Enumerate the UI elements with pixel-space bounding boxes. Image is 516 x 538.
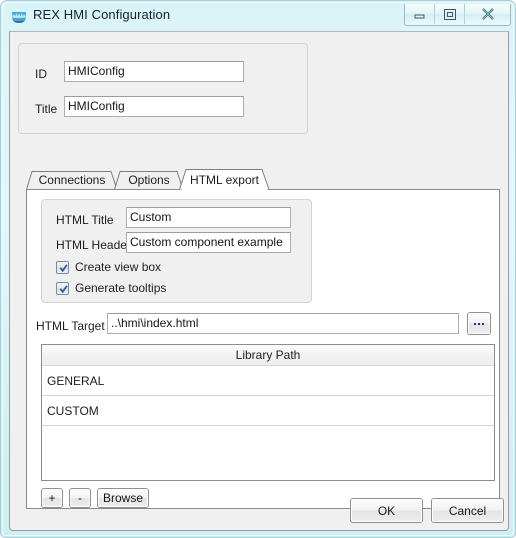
generate-tooltips-checkbox[interactable]: Generate tooltips: [56, 281, 166, 295]
application-window: REX HMI Configuration ID HMIConfig Title…: [0, 0, 516, 538]
browse-library-label: Browse: [102, 491, 143, 505]
remove-library-label: -: [78, 491, 82, 505]
create-view-box-checkbox[interactable]: Create view box: [56, 260, 161, 274]
tab-connections-label: Connections: [38, 173, 106, 187]
identity-groupbox: ID HMIConfig Title HMIConfig: [18, 43, 308, 134]
cancel-button-label: Cancel: [448, 503, 487, 518]
remove-library-button[interactable]: -: [69, 488, 91, 508]
library-path-header: Library Path: [42, 345, 494, 366]
html-export-panel: HTML Title Custom HTML Header Custom com…: [26, 189, 500, 509]
table-row[interactable]: CUSTOM: [42, 396, 494, 426]
close-button[interactable]: [465, 4, 510, 24]
checkbox-box: [56, 281, 69, 295]
tab-strip: Connections Options HTML export: [26, 169, 500, 190]
html-title-label: HTML Title: [56, 213, 114, 227]
html-header-label: HTML Header: [56, 238, 131, 252]
ellipsis-icon: [474, 322, 484, 325]
minimize-button[interactable]: [405, 4, 435, 24]
html-target-label: HTML Target: [36, 319, 105, 333]
title-input[interactable]: HMIConfig: [64, 96, 244, 117]
browse-library-button[interactable]: Browse: [97, 488, 149, 508]
ok-button-label: OK: [377, 503, 396, 518]
cancel-button[interactable]: Cancel: [431, 498, 504, 523]
table-row[interactable]: GENERAL: [42, 366, 494, 396]
id-input[interactable]: HMIConfig: [64, 61, 244, 82]
html-header-input[interactable]: Custom component example: [126, 232, 291, 253]
tab-connections[interactable]: Connections: [26, 171, 118, 190]
tab-html-export[interactable]: HTML export: [179, 169, 270, 190]
restore-button[interactable]: [435, 4, 465, 24]
add-library-button[interactable]: +: [41, 488, 63, 508]
create-view-box-label: Create view box: [75, 260, 162, 274]
ok-button[interactable]: OK: [350, 498, 423, 523]
html-export-groupbox: HTML Title Custom HTML Header Custom com…: [41, 199, 312, 303]
tab-html-export-label: HTML export: [190, 173, 259, 187]
browse-target-button[interactable]: [467, 312, 491, 335]
tab-options[interactable]: Options: [114, 171, 184, 190]
id-label: ID: [35, 67, 47, 81]
dialog-client-area: ID HMIConfig Title HMIConfig Connections…: [9, 31, 509, 531]
window-title: REX HMI Configuration: [33, 7, 171, 22]
html-target-input[interactable]: ..\hmi\index.html: [107, 313, 459, 334]
title-label: Title: [35, 102, 58, 116]
rex-crown-icon: [10, 8, 28, 24]
library-path-grid[interactable]: Library Path GENERAL CUSTOM: [41, 344, 495, 481]
title-bar: REX HMI Configuration: [1, 1, 516, 31]
tab-options-label: Options: [128, 173, 170, 187]
window-controls: [404, 4, 511, 26]
html-title-input[interactable]: Custom: [126, 207, 291, 228]
checkbox-box: [56, 260, 69, 274]
generate-tooltips-label: Generate tooltips: [75, 281, 167, 295]
add-library-label: +: [48, 491, 56, 505]
